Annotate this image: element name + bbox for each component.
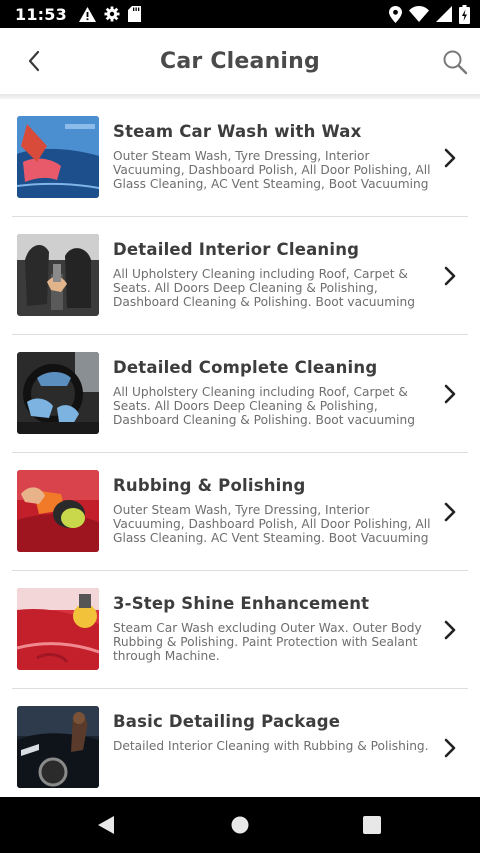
service-text: Rubbing & Polishing Outer Steam Wash, Ty… [113, 473, 439, 546]
nav-back-icon[interactable] [94, 813, 118, 837]
chevron-right-icon [444, 502, 456, 522]
service-item-detailed-complete[interactable]: Detailed Complete Cleaning All Upholster… [12, 335, 468, 453]
nav-recents-icon[interactable] [363, 816, 381, 834]
alert-icon [78, 6, 96, 22]
service-item-basic-detailing[interactable]: Basic Detailing Package Detailed Interio… [12, 689, 468, 797]
search-button[interactable] [438, 45, 472, 79]
location-icon [389, 5, 402, 23]
status-time: 11:53 [15, 4, 67, 24]
service-title: Detailed Interior Cleaning [113, 240, 360, 259]
service-thumbnail [17, 470, 99, 552]
service-thumbnail [17, 588, 99, 670]
service-title: Rubbing & Polishing [113, 476, 306, 495]
chevron-right-icon [444, 266, 456, 286]
back-button[interactable] [18, 45, 50, 77]
gear-icon [104, 6, 120, 22]
chevron-right-icon [444, 148, 456, 168]
service-title: Steam Car Wash with Wax [113, 122, 362, 141]
search-icon [443, 50, 468, 75]
app-header: Car Cleaning [0, 28, 480, 94]
service-title: 3-Step Shine Enhancement [113, 594, 370, 613]
wifi-icon [409, 6, 429, 22]
service-item-rubbing-polishing[interactable]: Rubbing & Polishing Outer Steam Wash, Ty… [12, 453, 468, 571]
service-thumbnail [17, 706, 99, 788]
system-nav-bar [0, 797, 480, 853]
service-item-3-step-shine[interactable]: 3-Step Shine Enhancement Steam Car Wash … [12, 571, 468, 689]
service-thumbnail [17, 234, 99, 316]
service-description: Detailed Interior Cleaning with Rubbing … [113, 739, 429, 753]
service-item-detailed-interior[interactable]: Detailed Interior Cleaning All Upholster… [12, 217, 468, 335]
signal-icon [436, 6, 452, 22]
service-text: Basic Detailing Package Detailed Interio… [113, 709, 439, 753]
sd-card-icon [127, 6, 141, 22]
chevron-right-icon [444, 384, 456, 404]
service-thumbnail [17, 352, 99, 434]
chevron-left-icon [28, 50, 40, 72]
status-bar: 11:53 [0, 0, 480, 28]
status-notification-icons [78, 6, 141, 22]
service-text: Detailed Complete Cleaning All Upholster… [113, 355, 439, 428]
service-description: Outer Steam Wash, Tyre Dressing, Interio… [113, 149, 431, 192]
service-text: 3-Step Shine Enhancement Steam Car Wash … [113, 591, 439, 664]
service-text: Detailed Interior Cleaning All Upholster… [113, 237, 439, 310]
nav-home-icon[interactable] [230, 815, 250, 835]
service-description: All Upholstery Cleaning including Roof, … [113, 385, 415, 428]
service-description: All Upholstery Cleaning including Roof, … [113, 267, 415, 310]
battery-icon [459, 4, 470, 24]
chevron-right-icon [444, 738, 456, 758]
service-list[interactable]: Steam Car Wash with Wax Outer Steam Wash… [0, 99, 480, 797]
service-description: Outer Steam Wash, Tyre Dressing, Interio… [113, 503, 431, 546]
page-title: Car Cleaning [160, 48, 320, 74]
service-text: Steam Car Wash with Wax Outer Steam Wash… [113, 119, 439, 192]
service-thumbnail [17, 116, 99, 198]
service-item-steam-car-wash[interactable]: Steam Car Wash with Wax Outer Steam Wash… [12, 99, 468, 217]
chevron-right-icon [444, 620, 456, 640]
service-title: Basic Detailing Package [113, 712, 341, 731]
service-description: Steam Car Wash excluding Outer Wax. Oute… [113, 621, 422, 664]
service-title: Detailed Complete Cleaning [113, 358, 378, 377]
status-system-icons [389, 4, 470, 24]
